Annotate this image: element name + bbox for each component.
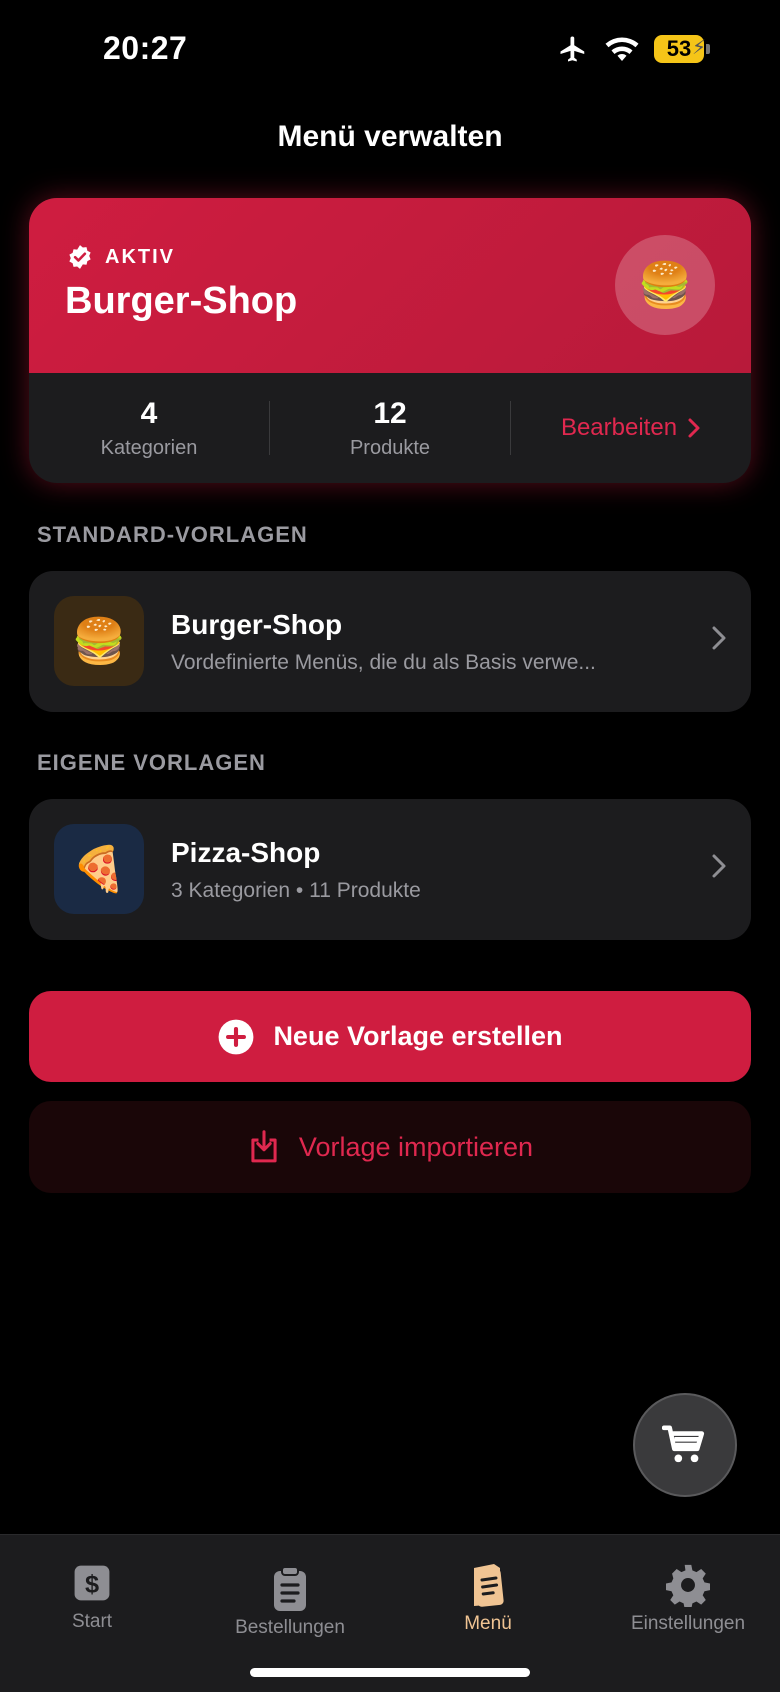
pizza-icon: 🍕: [54, 824, 144, 914]
template-name: Burger-Shop: [171, 609, 343, 640]
home-indicator: [250, 1668, 530, 1677]
verified-badge-icon: [69, 245, 91, 269]
airplane-icon: [560, 36, 585, 62]
template-subtitle: Vordefinierte Menüs, die du als Basis ve…: [171, 651, 596, 674]
stat-categories: 4 Kategorien: [29, 397, 269, 460]
svg-text:$: $: [85, 1571, 99, 1599]
template-subtitle: 3 Kategorien • 11 Produkte: [171, 879, 421, 902]
stat-value: 4: [140, 396, 158, 430]
page-title: Menü verwalten: [277, 120, 503, 153]
import-template-label: Vorlage importieren: [298, 1131, 534, 1162]
stat-products: 12 Produkte: [270, 397, 510, 460]
menu-book-icon: [398, 1557, 578, 1613]
dollar-icon: $: [2, 1555, 182, 1611]
active-menu-stats: 4 Kategorien 12 Produkte Bearbeiten: [29, 373, 751, 483]
status-icons: 53 ⚡: [556, 34, 710, 64]
chevron-right-icon: [688, 418, 700, 438]
active-menu-name: Burger-Shop: [65, 280, 298, 322]
cart-button[interactable]: [633, 1393, 737, 1497]
battery-cap: [706, 44, 710, 54]
burger-icon: 🍔: [54, 596, 144, 686]
import-template-button[interactable]: Vorlage importieren: [29, 1101, 751, 1193]
template-item-burger-shop[interactable]: 🍔 Burger-Shop Vordefinierte Menüs, die d…: [29, 571, 751, 712]
section-header-standard: STANDARD-VORLAGEN: [37, 522, 308, 547]
active-badge-label: AKTIV: [105, 245, 175, 268]
section-header-own: EIGENE VORLAGEN: [37, 750, 266, 775]
stat-label: Kategorien: [100, 436, 198, 459]
create-template-button[interactable]: Neue Vorlage erstellen: [29, 991, 751, 1082]
gear-icon: [598, 1557, 778, 1613]
wifi-icon: [605, 37, 639, 61]
tab-bestellungen[interactable]: Bestellungen: [200, 1561, 380, 1639]
clipboard-icon: [200, 1561, 380, 1617]
edit-menu-button[interactable]: Bearbeiten: [511, 414, 751, 442]
stat-value: 12: [373, 396, 407, 430]
chevron-right-icon: [712, 854, 726, 878]
cart-icon: [662, 1425, 705, 1463]
edit-menu-label: Bearbeiten: [560, 414, 678, 441]
tab-label: Bestellungen: [235, 1617, 345, 1638]
chevron-right-icon: [712, 626, 726, 650]
template-item-pizza-shop[interactable]: 🍕 Pizza-Shop 3 Kategorien • 11 Produkte: [29, 799, 751, 940]
tab-einstellungen[interactable]: Einstellungen: [598, 1557, 778, 1635]
charging-bolt-icon: ⚡: [691, 37, 706, 59]
create-template-label: Neue Vorlage erstellen: [273, 1021, 563, 1051]
battery-level: 53: [666, 36, 692, 61]
plus-circle-icon: [219, 1019, 254, 1054]
tab-menu[interactable]: Menü: [398, 1557, 578, 1635]
active-badge: AKTIV: [67, 244, 175, 270]
tab-label: Einstellungen: [630, 1613, 746, 1634]
stat-label: Produkte: [349, 436, 431, 459]
active-menu-header: AKTIV Burger-Shop 🍔: [29, 198, 751, 373]
tab-start[interactable]: $ Start: [2, 1555, 182, 1633]
active-menu-card: AKTIV Burger-Shop 🍔 4 Kategorien 12 Prod…: [29, 198, 751, 483]
status-bar: 20:27 53 ⚡: [0, 0, 780, 100]
status-time: 20:27: [103, 30, 188, 66]
burger-icon: 🍔: [615, 235, 715, 335]
tab-label: Menü: [464, 1613, 512, 1634]
tab-label: Start: [71, 1611, 113, 1632]
import-icon: [251, 1130, 277, 1163]
battery-indicator: 53 ⚡: [654, 35, 706, 63]
template-name: Pizza-Shop: [171, 837, 321, 868]
